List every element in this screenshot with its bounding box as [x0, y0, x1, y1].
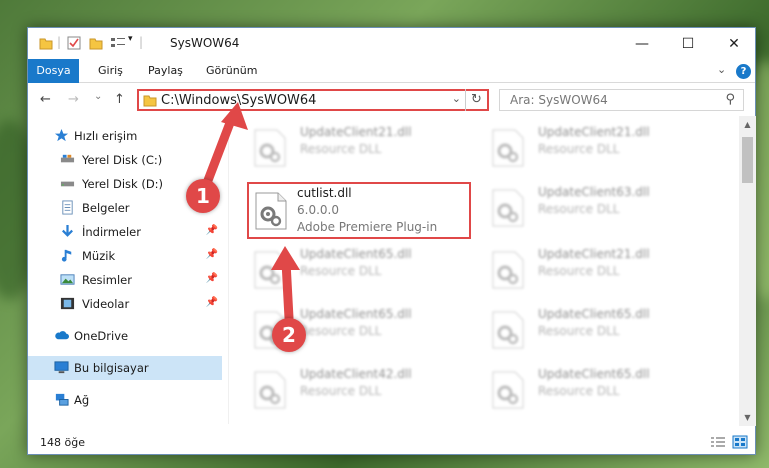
- step-badge-1: 1: [186, 179, 220, 213]
- annotation-arrows: [202, 102, 300, 323]
- arrow-1: [202, 102, 248, 188]
- arrow-2: [271, 246, 300, 323]
- step-badge-2: 2: [272, 318, 306, 352]
